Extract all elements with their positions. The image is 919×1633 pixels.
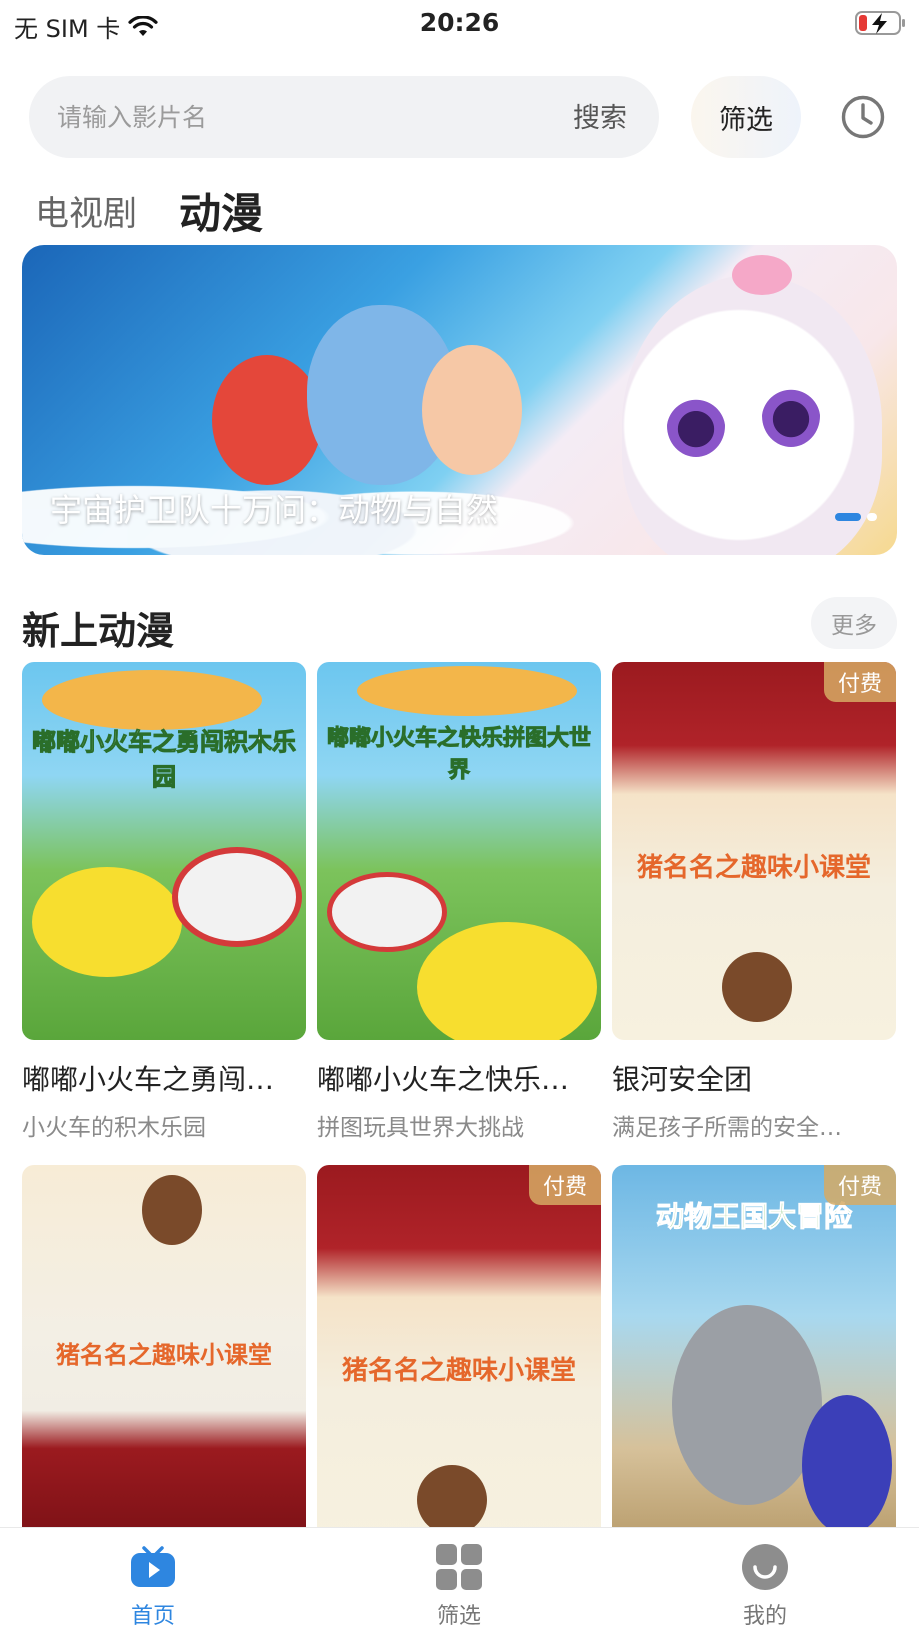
carousel-dot-active[interactable]	[835, 513, 861, 521]
bottom-navigation: 首页 筛选 我的	[0, 1527, 919, 1633]
poster-yellow-train	[417, 922, 597, 1040]
anime-poster: 猪名名之趣味小课堂 付费	[317, 1165, 601, 1543]
anime-card[interactable]: 嘟嘟小火车之勇闯积木乐园 嘟嘟小火车之勇闯… 小火车的积木乐园	[22, 662, 306, 1142]
banner-character-red	[212, 355, 322, 485]
anime-poster: 猪名名之趣味小课堂 付费	[612, 662, 896, 1040]
anime-card[interactable]: 猪名名之趣味小课堂 付费	[317, 1165, 601, 1543]
nav-label-home: 首页	[130, 1604, 175, 1629]
poster-bird	[802, 1395, 892, 1535]
paid-badge: 付费	[823, 662, 896, 702]
anime-poster: 动物王国大冒险 付费	[612, 1165, 896, 1543]
anime-card[interactable]: 嘟嘟小火车之快乐拼图大世界 嘟嘟小火车之快乐… 拼图玩具世界大挑战	[317, 662, 601, 1142]
battery-charging-icon	[855, 11, 905, 35]
poster-character	[722, 952, 792, 1022]
grid-icon	[436, 1544, 482, 1590]
anime-poster: 嘟嘟小火车之勇闯积木乐园	[22, 662, 306, 1040]
tab-tv-series[interactable]: 电视剧	[35, 186, 137, 235]
anime-poster: 嘟嘟小火车之快乐拼图大世界	[317, 662, 601, 1040]
carousel-indicator	[835, 513, 877, 521]
poster-art-title: 嘟嘟小火车之快乐拼图大世界	[326, 726, 591, 784]
banner-title: 宇宙护卫队十万问：动物与自然	[50, 491, 499, 529]
anime-poster: 猪名名之趣味小课堂	[22, 1165, 306, 1543]
carousel-dot[interactable]	[867, 513, 877, 521]
poster-white-train	[327, 872, 447, 952]
card-subtitle: 满足孩子所需的安全…	[612, 1115, 842, 1141]
poster-white-train	[172, 847, 302, 947]
clock-icon[interactable]	[840, 94, 886, 140]
status-time: 20:26	[419, 8, 500, 37]
search-input[interactable]	[57, 96, 497, 138]
poster-art-title: 嘟嘟小火车之勇闯积木乐园	[32, 728, 297, 792]
tab-anime[interactable]: 动漫	[179, 180, 263, 241]
tv-play-icon	[131, 1546, 175, 1587]
status-bar: 无 SIM 卡 20:26	[0, 0, 919, 48]
card-subtitle: 小火车的积木乐园	[22, 1115, 206, 1141]
section-title: 新上动漫	[22, 609, 175, 653]
filter-button[interactable]: 筛选	[691, 76, 801, 158]
poster-character	[142, 1175, 202, 1245]
card-subtitle: 拼图玩具世界大挑战	[317, 1115, 524, 1141]
nav-label-filter: 筛选	[436, 1604, 481, 1629]
paid-badge: 付费	[528, 1165, 601, 1205]
banner-carousel[interactable]: 宇宙护卫队十万问：动物与自然	[22, 245, 897, 555]
card-title: 嘟嘟小火车之快乐…	[317, 1063, 570, 1096]
nav-label-me: 我的	[742, 1604, 787, 1629]
anime-card[interactable]: 猪名名之趣味小课堂	[22, 1165, 306, 1543]
nav-item-me[interactable]: 我的	[705, 1528, 825, 1633]
paid-badge: 付费	[823, 1165, 896, 1205]
poster-cloud-banner	[357, 666, 577, 716]
more-button[interactable]: 更多	[811, 597, 897, 649]
anime-card[interactable]: 猪名名之趣味小课堂 付费 银河安全团 满足孩子所需的安全…	[612, 662, 896, 1142]
search-button[interactable]: 搜索	[573, 96, 627, 135]
poster-art-title: 猪名名之趣味小课堂	[341, 1356, 576, 1386]
poster-cloud-banner	[42, 670, 262, 730]
poster-art-title: 猪名名之趣味小课堂	[636, 853, 871, 883]
nav-item-filter[interactable]: 筛选	[399, 1528, 519, 1633]
poster-character	[417, 1465, 487, 1535]
smile-icon	[742, 1544, 788, 1590]
rabbit-eye-left	[667, 395, 725, 457]
banner-character-yellow	[422, 345, 522, 475]
app-screen: 无 SIM 卡 20:26 搜索 筛选 电视剧 动漫	[0, 0, 919, 1633]
poster-elephant	[672, 1305, 822, 1505]
rabbit-eye-right	[762, 385, 820, 447]
anime-card[interactable]: 动物王国大冒险 付费	[612, 1165, 896, 1543]
card-title: 嘟嘟小火车之勇闯…	[22, 1063, 275, 1096]
poster-yellow-train	[32, 867, 182, 977]
nav-item-home[interactable]: 首页	[93, 1528, 213, 1633]
poster-art-title: 猪名名之趣味小课堂	[56, 1341, 272, 1369]
search-bar: 搜索	[29, 76, 659, 158]
rabbit-bow	[732, 255, 792, 295]
card-title: 银河安全团	[612, 1063, 753, 1096]
